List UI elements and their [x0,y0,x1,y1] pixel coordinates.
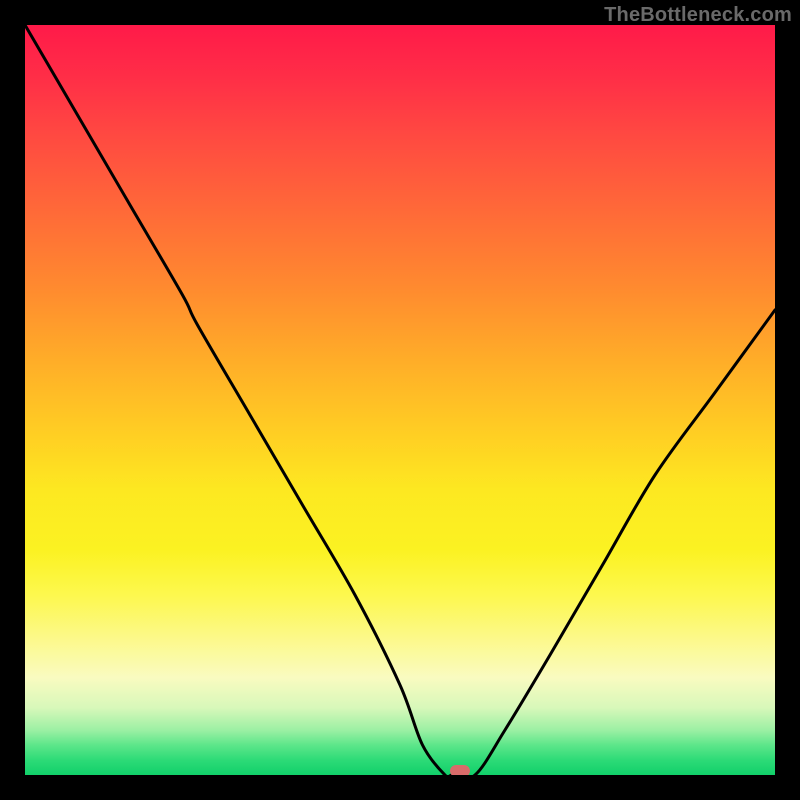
curve-svg [25,25,775,775]
chart-stage: TheBottleneck.com [0,0,800,800]
watermark-label: TheBottleneck.com [604,4,792,27]
bottleneck-curve [25,25,775,775]
optimum-marker [450,765,470,775]
plot-area [25,25,775,775]
